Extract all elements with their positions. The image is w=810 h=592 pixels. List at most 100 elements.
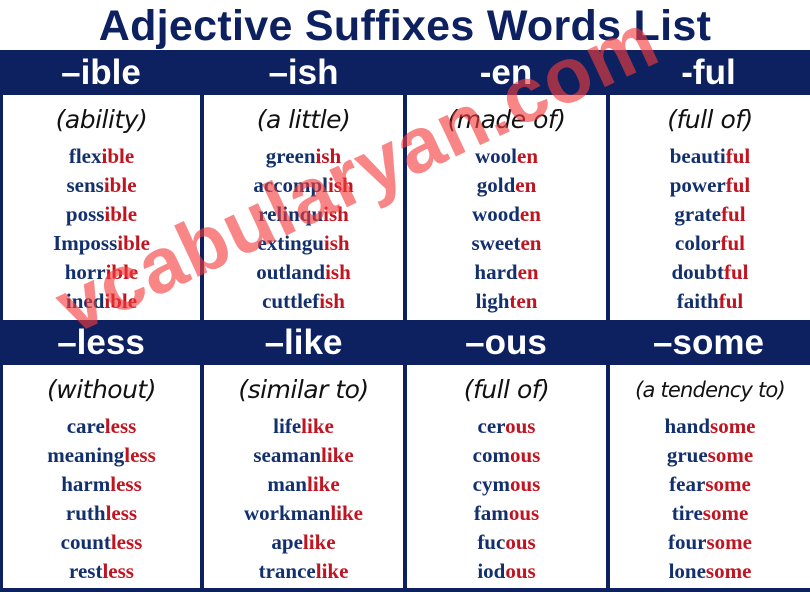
word-stem: care — [66, 414, 105, 438]
meaning-label: (a tendency to) — [635, 378, 785, 402]
word-item: golden — [407, 171, 606, 200]
word-item: beautiful — [610, 142, 810, 171]
word-item: gruesome — [610, 441, 810, 470]
word-item: grateful — [610, 200, 810, 229]
word-list: woolen golden wooden sweeten harden lighten — [407, 142, 606, 316]
word-suffix: en — [519, 202, 541, 226]
word-item: lifelike — [204, 412, 403, 441]
word-item: doubtful — [610, 258, 810, 287]
word-list: lifelike seamanlike manlike workmanlike apel… — [204, 412, 403, 586]
word-suffix: ish — [325, 260, 351, 284]
word-stem: wood — [472, 202, 520, 226]
word-suffix: ful — [721, 202, 746, 226]
word-suffix: ful — [724, 260, 749, 284]
word-item: handsome — [610, 412, 810, 441]
word-item: fucous — [407, 528, 606, 557]
word-stem: tire — [671, 501, 703, 525]
word-stem: extingu — [257, 231, 324, 255]
word-suffix: some — [705, 472, 751, 496]
word-suffix: ous — [505, 530, 536, 554]
word-item: cerous — [407, 412, 606, 441]
word-item: greenish — [204, 142, 403, 171]
word-stem: harm — [61, 472, 111, 496]
word-suffix: en — [520, 231, 542, 255]
word-stem: lone — [668, 559, 706, 583]
suffix-header-less: –less — [57, 323, 145, 362]
suffix-header-ous: –ous — [465, 323, 547, 362]
word-item: ruthless — [3, 499, 200, 528]
word-list: beautiful powerful grateful colorful doubtfu… — [610, 142, 810, 316]
word-stem: ined — [65, 289, 105, 313]
word-stem: four — [668, 530, 707, 554]
word-suffix: ible — [117, 231, 150, 255]
word-item: apelike — [204, 528, 403, 557]
word-stem: hard — [474, 260, 518, 284]
word-list: greenish accomplish relinquish extinguish ou… — [204, 142, 403, 316]
word-stem: ape — [271, 530, 303, 554]
word-suffix: ous — [505, 559, 536, 583]
word-stem: fuc — [477, 530, 506, 554]
word-suffix: ful — [725, 173, 751, 197]
word-stem: cuttlef — [262, 289, 320, 313]
word-suffix: ful — [720, 231, 745, 255]
word-stem: grue — [666, 443, 708, 467]
word-suffix: less — [110, 472, 142, 496]
word-suffix: ous — [509, 472, 541, 496]
word-stem: count — [60, 530, 111, 554]
group-cell: (ability) flexible sensible possible Imposs… — [3, 95, 200, 320]
word-suffix: some — [710, 414, 756, 438]
suffix-header-like: –like — [264, 323, 343, 362]
meaning-label: (full of) — [463, 375, 550, 404]
word-suffix: some — [702, 501, 749, 525]
word-suffix: ish — [323, 202, 349, 226]
word-suffix: like — [302, 530, 336, 554]
word-suffix: less — [110, 530, 143, 554]
word-suffix: ish — [327, 173, 354, 197]
page-title: Adjective Suffixes Words List — [98, 2, 712, 50]
word-suffix: some — [705, 559, 752, 583]
suffix-header-ful: -ful — [681, 53, 736, 92]
suffix-header-some: –some — [653, 323, 764, 362]
word-item: foursome — [610, 528, 810, 557]
suffix-header-band-bottom: –less –like –ous –some — [0, 320, 810, 365]
word-stem: cym — [472, 472, 510, 496]
word-suffix: like — [330, 501, 363, 525]
word-stem: wool — [475, 144, 517, 168]
word-item: seamanlike — [204, 441, 403, 470]
word-suffix: en — [517, 144, 538, 168]
word-item: cymous — [407, 470, 606, 499]
word-stem: hand — [664, 414, 711, 438]
word-stem: gold — [476, 173, 516, 197]
word-suffix: en — [515, 173, 537, 197]
word-stem: accompl — [253, 173, 328, 197]
word-stem: man — [267, 472, 307, 496]
word-stem: iod — [477, 559, 506, 583]
word-list: flexible sensible possible Impossible horrib… — [3, 142, 200, 316]
word-suffix: ous — [509, 443, 541, 467]
word-suffix: ous — [505, 414, 536, 438]
word-item: harmless — [3, 470, 200, 499]
word-item: tiresome — [610, 499, 810, 528]
word-item: wooden — [407, 200, 606, 229]
word-suffix: like — [321, 443, 354, 467]
word-list: handsome gruesome fearsome tiresome foursome… — [610, 412, 810, 586]
word-suffix: ten — [509, 289, 538, 313]
word-suffix: less — [102, 559, 134, 583]
word-suffix: some — [706, 530, 753, 554]
word-item: inedible — [3, 287, 200, 316]
word-list: careless meaningless harmless ruthless count… — [3, 412, 200, 586]
suffix-header-band-top: –ible –ish -en -ful — [0, 50, 810, 95]
group-cell: (a tendency to) handsome gruesome fearsome… — [610, 365, 810, 588]
word-stem: workman — [243, 501, 331, 525]
word-stem: flex — [68, 144, 102, 168]
group-cell: (full of) cerous comous cymous famous fucous… — [407, 365, 606, 588]
word-stem: fam — [473, 501, 509, 525]
meaning-label: (full of) — [667, 105, 753, 134]
meaning-label: (similar to) — [238, 375, 369, 404]
word-item: sensible — [3, 171, 200, 200]
word-suffix: like — [301, 414, 334, 438]
word-stem: sweet — [471, 231, 521, 255]
meaning-label: (made of) — [447, 105, 566, 134]
word-row-top: (ability) flexible sensible possible Imposs… — [0, 95, 810, 320]
word-suffix: ible — [103, 173, 137, 197]
